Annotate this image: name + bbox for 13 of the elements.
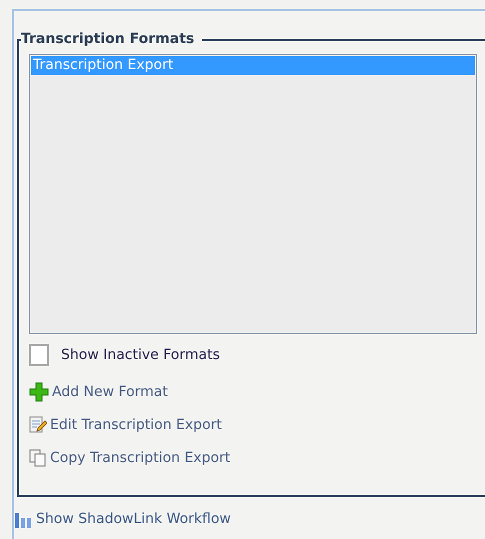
plus-icon: [29, 382, 49, 402]
list-item[interactable]: Transcription Export: [31, 56, 475, 75]
action-link[interactable]: Edit Transcription Export: [50, 414, 222, 436]
checkbox[interactable]: [29, 344, 49, 366]
documents-icon: [29, 449, 47, 467]
document-pencil-icon: [29, 416, 47, 434]
formats-listbox[interactable]: Transcription Export: [29, 54, 477, 334]
workflow-link[interactable]: Show ShadowLink Workflow: [36, 509, 231, 530]
bars-icon: [14, 510, 32, 528]
action-link[interactable]: Add New Format: [52, 382, 168, 402]
checkbox-label: Show Inactive Formats: [61, 346, 220, 364]
action-link[interactable]: Copy Transcription Export: [50, 448, 230, 468]
group-title: Transcription Formats: [21, 30, 196, 49]
